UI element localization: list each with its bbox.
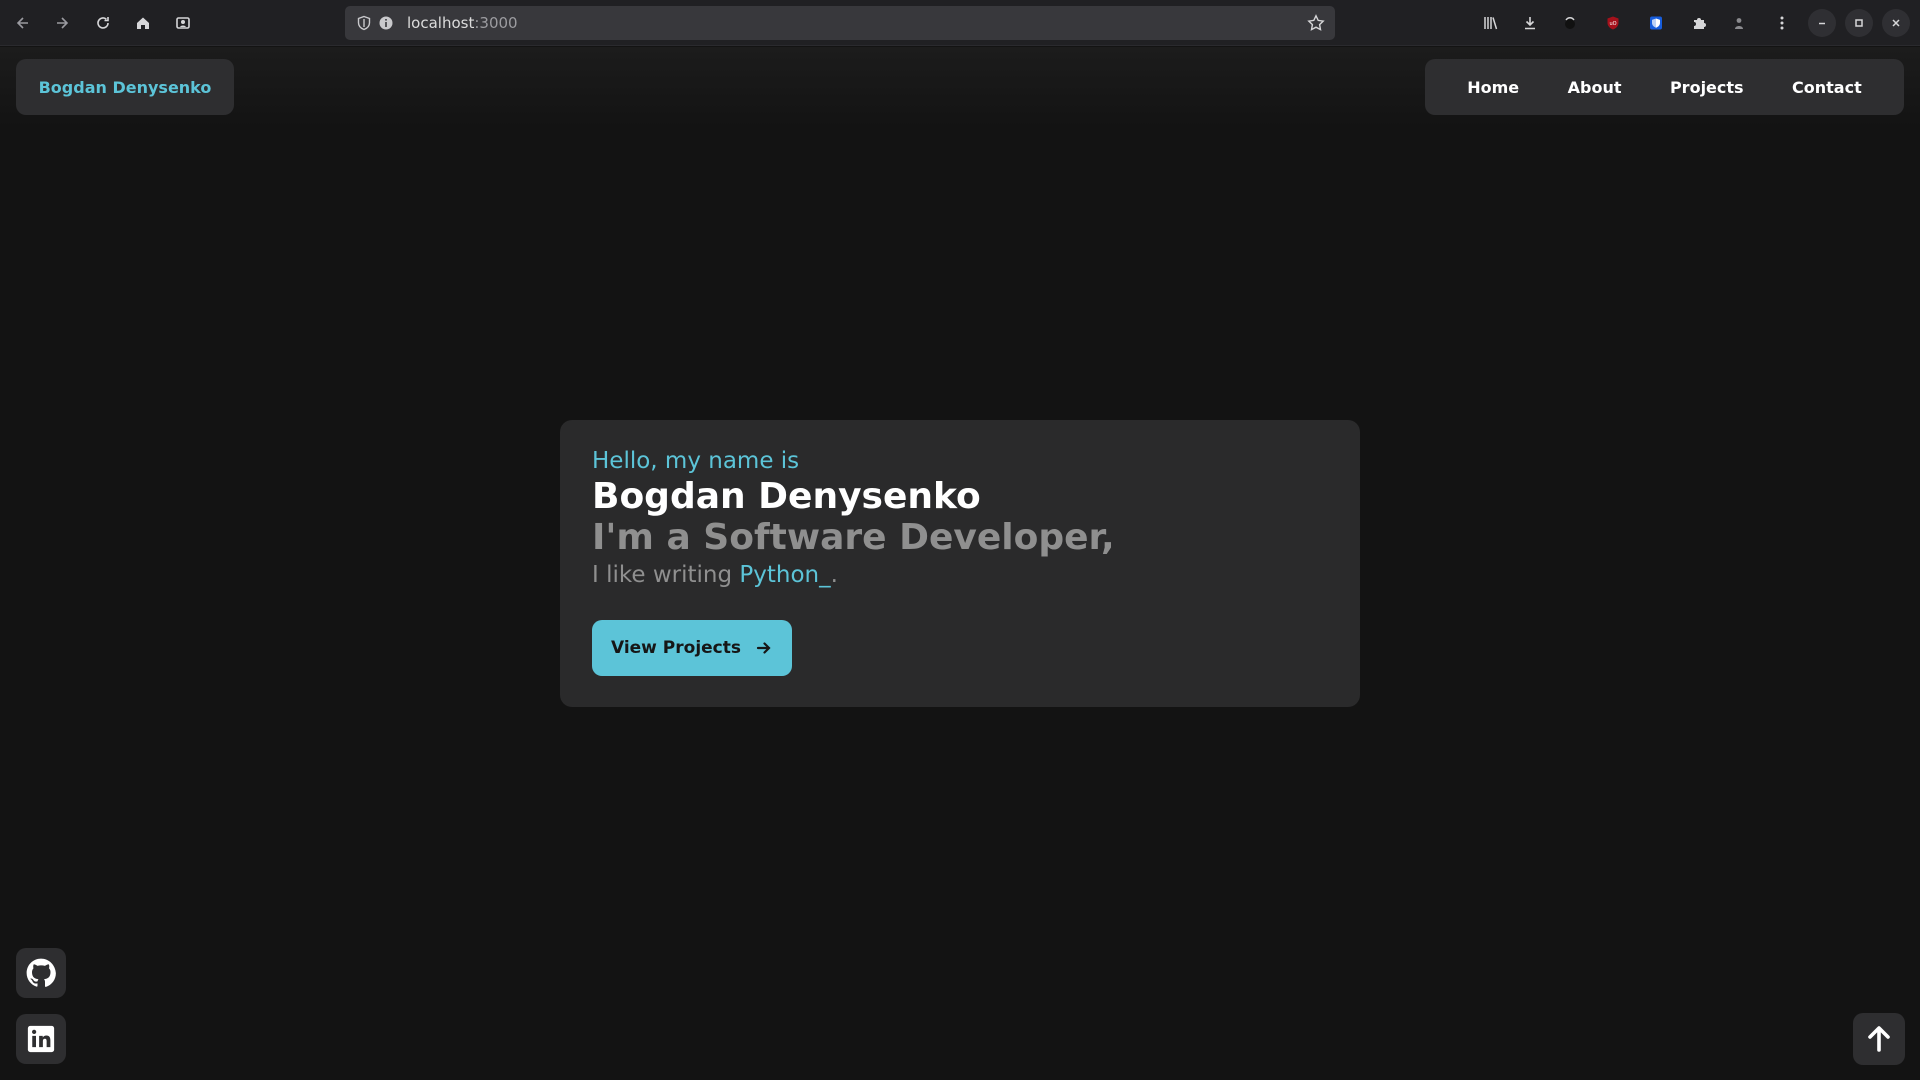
tracking-shield-icon[interactable] xyxy=(356,15,372,31)
page-viewport: Bogdan Denysenko Home About Projects Con… xyxy=(0,47,1920,1080)
nav-link-projects[interactable]: Projects xyxy=(1660,72,1754,103)
forward-icon[interactable] xyxy=(48,9,76,37)
bookmark-star-icon[interactable] xyxy=(1307,14,1325,32)
menu-kebab-icon[interactable] xyxy=(1768,9,1796,37)
arrow-up-icon xyxy=(1868,1026,1890,1052)
url-text: localhost:3000 xyxy=(407,14,518,32)
brand-logo-link[interactable]: Bogdan Denysenko xyxy=(16,59,234,115)
view-projects-button[interactable]: View Projects xyxy=(592,620,792,676)
svg-text:uO: uO xyxy=(1609,21,1616,27)
close-window-icon[interactable] xyxy=(1882,9,1910,37)
tagline-prefix: I like writing xyxy=(592,562,740,588)
container-icon[interactable] xyxy=(169,9,197,37)
main-nav: Home About Projects Contact xyxy=(1425,59,1904,115)
github-link[interactable] xyxy=(16,948,66,998)
tagline-language: Python_ xyxy=(739,562,831,588)
hero-greeting: Hello, my name is xyxy=(592,448,800,474)
arrow-right-icon xyxy=(756,642,771,654)
library-icon[interactable] xyxy=(1477,9,1505,37)
scroll-to-top-button[interactable] xyxy=(1853,1013,1905,1065)
browser-toolbar: localhost:3000 uO xyxy=(0,0,1920,46)
site-info-icon[interactable] xyxy=(378,15,394,31)
linkedin-link[interactable] xyxy=(16,1014,66,1064)
hero-name: Bogdan Denysenko xyxy=(592,476,981,517)
extension-profile-icon[interactable] xyxy=(1725,9,1753,37)
nav-link-contact[interactable]: Contact xyxy=(1782,72,1872,103)
extension-darkmode-icon[interactable] xyxy=(1556,9,1584,37)
extension-ublock-icon[interactable]: uO xyxy=(1599,9,1627,37)
view-projects-label: View Projects xyxy=(610,638,742,658)
home-icon[interactable] xyxy=(129,9,157,37)
url-bar[interactable]: localhost:3000 xyxy=(345,6,1335,40)
hero-card: Hello, my name is Bogdan Denysenko I'm a… xyxy=(560,420,1360,707)
maximize-window-icon[interactable] xyxy=(1845,9,1873,37)
reload-icon[interactable] xyxy=(89,9,117,37)
hero-role: I'm a Software Developer, xyxy=(592,517,1115,558)
minimize-window-icon[interactable] xyxy=(1808,9,1836,37)
url-host: localhost xyxy=(407,14,475,32)
nav-link-about[interactable]: About xyxy=(1558,72,1632,103)
tagline-suffix: . xyxy=(830,562,838,588)
extensions-puzzle-icon[interactable] xyxy=(1685,9,1713,37)
nav-link-home[interactable]: Home xyxy=(1457,72,1529,103)
github-icon xyxy=(26,958,56,987)
back-icon[interactable] xyxy=(9,9,37,37)
linkedin-icon xyxy=(27,1025,55,1053)
extension-bitwarden-icon[interactable] xyxy=(1642,9,1670,37)
hero-tagline: I like writing Python_. xyxy=(592,558,1328,592)
downloads-icon[interactable] xyxy=(1516,9,1544,37)
url-port: :3000 xyxy=(474,14,518,32)
